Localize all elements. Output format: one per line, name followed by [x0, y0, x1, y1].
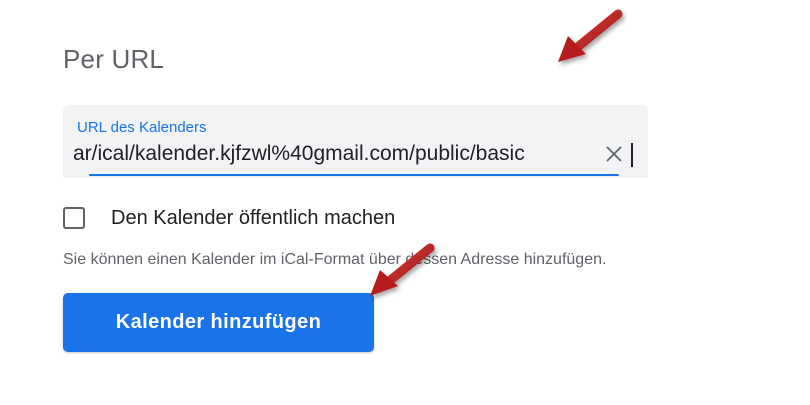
calendar-url-label: URL des Kalenders — [77, 119, 207, 136]
make-public-checkbox[interactable] — [63, 207, 85, 229]
add-calendar-by-url-panel: Per URL URL des Kalenders ar/ical/kalend… — [0, 0, 810, 405]
section-title: Per URL — [63, 44, 165, 74]
add-calendar-button[interactable]: Kalender hinzufügen — [63, 293, 374, 352]
annotation-arrow-icon — [558, 9, 623, 62]
field-focus-underline — [89, 174, 619, 176]
annotation-arrow-icon — [370, 243, 435, 296]
help-text: Sie können einen Kalender im iCal-Format… — [63, 251, 607, 268]
make-public-label[interactable]: Den Kalender öffentlich machen — [111, 207, 395, 230]
make-public-option[interactable]: Den Kalender öffentlich machen — [63, 204, 395, 232]
text-cursor — [631, 143, 633, 167]
clear-icon[interactable] — [603, 143, 625, 165]
calendar-url-field[interactable]: URL des Kalenders ar/ical/kalender.kjfzw… — [63, 105, 648, 178]
calendar-url-input[interactable]: ar/ical/kalender.kjfzwl%40gmail.com/publ… — [73, 142, 593, 166]
